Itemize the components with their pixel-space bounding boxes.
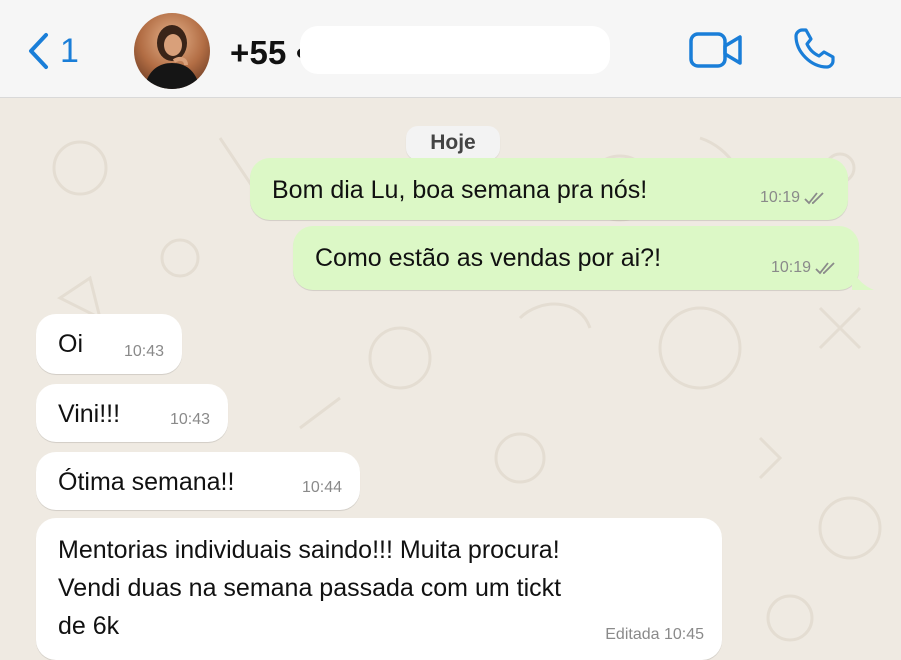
date-separator: Hoje <box>406 126 500 160</box>
outgoing-message[interactable]: Como estão as vendas por ai?! 10:19 <box>293 226 859 290</box>
message-time: 10:43 <box>123 343 164 360</box>
message-text-line: Vendi duas na semana passada com um tick… <box>58 574 562 602</box>
avatar-photo <box>134 13 210 89</box>
bubble-tail <box>852 270 874 290</box>
message-text: Como estão as vendas por ai?! <box>315 244 662 272</box>
chat-area[interactable]: Hoje Bom dia Lu, boa semana pra nós! 10:… <box>0 98 901 660</box>
message-text: Oi <box>58 330 83 358</box>
double-check-icon <box>815 262 835 275</box>
message-text-line: de 6k <box>58 612 120 640</box>
phone-icon <box>794 28 835 69</box>
message-meta: 10:19 <box>771 259 839 277</box>
video-call-button[interactable] <box>688 28 744 72</box>
message-time: 10:19 <box>770 259 811 276</box>
incoming-message[interactable]: Ótima semana!! 10:44 <box>36 452 360 510</box>
video-camera-icon <box>689 32 742 68</box>
chevron-left-icon <box>29 33 48 69</box>
message-text: Ótima semana!! <box>58 468 235 496</box>
message-text: Bom dia Lu, boa semana pra nós! <box>272 176 648 204</box>
unread-count: 1 <box>60 32 79 70</box>
contact-avatar[interactable] <box>134 13 210 89</box>
contact-name[interactable]: +55 • <box>230 34 308 72</box>
message-time: 10:43 <box>169 411 210 428</box>
redacted-name-area <box>300 26 610 74</box>
chat-header: 1 +55 • <box>0 0 901 98</box>
message-time: 10:19 <box>759 189 800 206</box>
message-edited-time: Editada 10:45 <box>605 626 704 643</box>
message-text: Vini!!! <box>58 400 121 428</box>
incoming-message[interactable]: Vini!!! 10:43 <box>36 384 228 442</box>
incoming-message[interactable]: Mentorias individuais saindo!!! Muita pr… <box>36 518 722 660</box>
back-button[interactable]: 1 <box>26 26 106 76</box>
message-meta: 10:19 <box>760 189 828 207</box>
incoming-message[interactable]: Oi 10:43 <box>36 314 182 374</box>
double-check-icon <box>804 192 824 205</box>
message-text-line: Mentorias individuais saindo!!! Muita pr… <box>58 536 560 564</box>
voice-call-button[interactable] <box>790 25 838 73</box>
outgoing-message[interactable]: Bom dia Lu, boa semana pra nós! 10:19 <box>250 158 848 220</box>
message-time: 10:44 <box>301 479 342 496</box>
